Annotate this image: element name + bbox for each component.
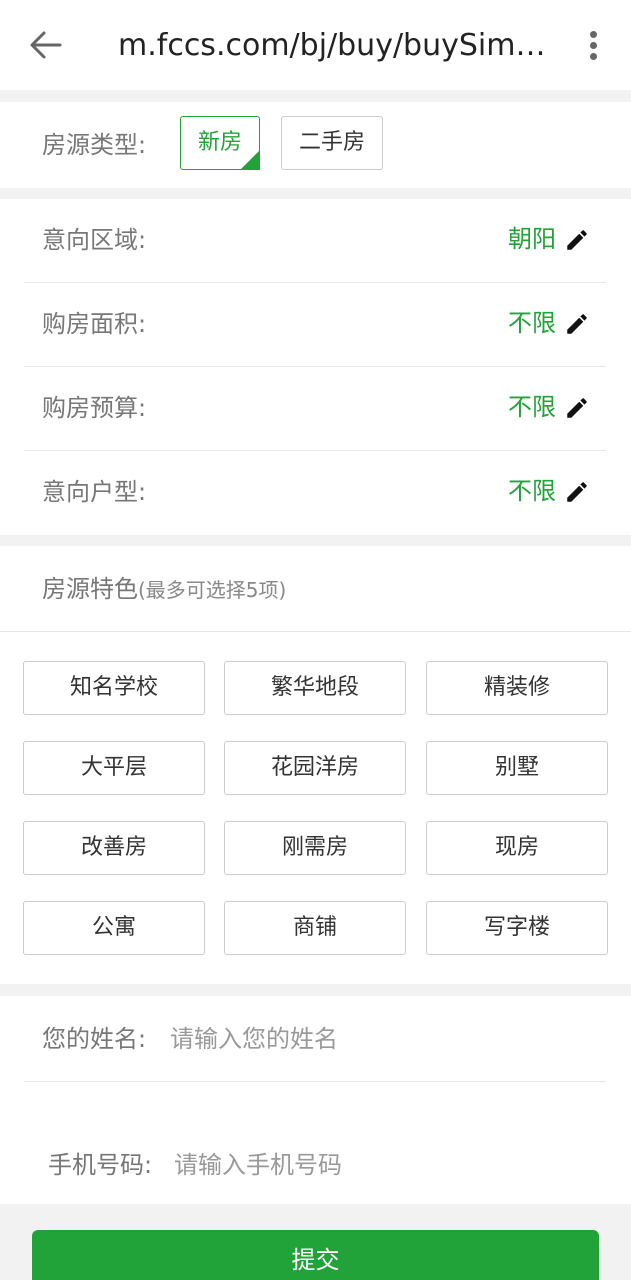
feature-option[interactable]: 知名学校	[23, 661, 205, 715]
name-label: 您的姓名:	[42, 1025, 147, 1053]
browser-toolbar: m.fccs.com/bj/buy/buySim…	[0, 0, 631, 90]
house-type-label: 房源类型:	[42, 131, 147, 159]
feature-option[interactable]: 花园洋房	[224, 741, 406, 795]
preference-label: 购房预算:	[42, 394, 147, 422]
phone-label: 手机号码:	[48, 1151, 153, 1179]
features-title: 房源特色(最多可选择5项)	[42, 574, 286, 605]
pencil-icon	[567, 398, 587, 418]
phone-field: 手机号码:	[24, 1136, 606, 1196]
house-type-option-secondhand-label: 二手房	[298, 130, 365, 155]
features-header: 房源特色(最多可选择5项)	[0, 546, 631, 632]
feature-option[interactable]: 别墅	[426, 741, 608, 795]
pencil-icon	[567, 314, 587, 334]
name-field: 您的姓名:	[24, 996, 606, 1082]
house-type-option-secondhand[interactable]: 二手房	[281, 116, 383, 170]
arrow-left-icon[interactable]	[26, 25, 66, 65]
feature-option[interactable]: 刚需房	[224, 821, 406, 875]
preference-value: 不限	[508, 477, 556, 505]
preference-label: 意向区域:	[42, 226, 147, 254]
preferences-section: 意向区域: 朝阳 购房面积: 不限 购房预算: 不限 意向户型: 不限	[0, 199, 631, 535]
preference-row-size[interactable]: 购房面积: 不限	[24, 283, 606, 367]
feature-option[interactable]: 公寓	[23, 901, 205, 955]
preference-value: 不限	[508, 393, 556, 421]
features-section: 房源特色(最多可选择5项) 知名学校 繁华地段 精装修 大平层 花园洋房 别墅 …	[0, 546, 631, 984]
more-vertical-icon[interactable]	[582, 28, 606, 62]
pencil-icon	[567, 482, 587, 502]
preference-row-layout[interactable]: 意向户型: 不限	[24, 451, 606, 535]
features-hint: (最多可选择5项)	[138, 578, 287, 602]
feature-option[interactable]: 改善房	[23, 821, 205, 875]
feature-option[interactable]: 大平层	[23, 741, 205, 795]
feature-option[interactable]: 商铺	[224, 901, 406, 955]
pencil-icon	[567, 230, 587, 250]
selected-corner-icon	[240, 150, 260, 170]
preference-label: 意向户型:	[42, 478, 147, 506]
preference-label: 购房面积:	[42, 310, 147, 338]
feature-option[interactable]: 精装修	[426, 661, 608, 715]
preference-value: 朝阳	[508, 225, 556, 253]
contact-section: 您的姓名: 手机号码:	[0, 996, 631, 1204]
feature-option[interactable]: 繁华地段	[224, 661, 406, 715]
house-type-option-new[interactable]: 新房	[180, 116, 260, 170]
address-bar-url[interactable]: m.fccs.com/bj/buy/buySim…	[118, 26, 548, 66]
submit-button[interactable]: 提交	[32, 1230, 599, 1280]
phone-input[interactable]	[174, 1150, 584, 1180]
preference-value: 不限	[508, 309, 556, 337]
features-title-text: 房源特色	[42, 575, 138, 603]
name-input[interactable]	[170, 1024, 590, 1054]
preference-row-area[interactable]: 意向区域: 朝阳	[24, 199, 606, 283]
feature-option[interactable]: 现房	[426, 821, 608, 875]
house-type-option-new-label: 新房	[197, 130, 242, 155]
house-type-section: 房源类型: 新房 二手房	[0, 102, 631, 188]
preference-row-budget[interactable]: 购房预算: 不限	[24, 367, 606, 451]
feature-option[interactable]: 写字楼	[426, 901, 608, 955]
